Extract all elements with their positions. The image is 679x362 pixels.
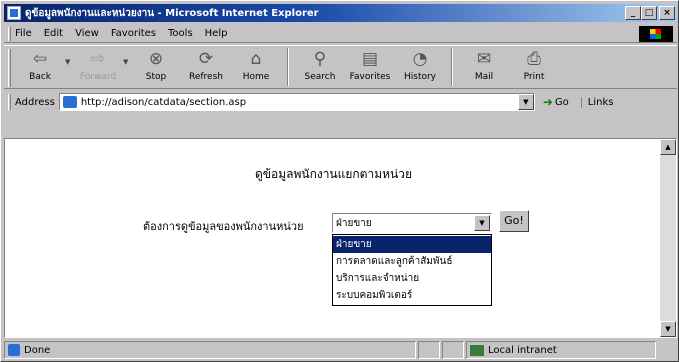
search-icon: ⚲ — [313, 49, 327, 69]
toolbar-separator — [451, 48, 453, 86]
dropdown-option[interactable]: บริการและจำหน่าย — [333, 270, 491, 287]
menu-bar: File Edit View Favorites Tools Help — [4, 25, 677, 43]
stop-label: Stop — [145, 72, 167, 82]
favorites-button[interactable]: ▤ Favorites — [345, 46, 395, 86]
zone-text: Local intranet — [488, 344, 557, 356]
go-submit-button[interactable]: Go! — [499, 210, 529, 232]
address-value[interactable]: http://adison/catdata/section.asp — [81, 97, 246, 108]
status-text-pane: Done — [4, 341, 416, 359]
menu-view[interactable]: View — [75, 28, 99, 39]
status-pane — [418, 341, 440, 359]
menu-grip — [8, 26, 11, 41]
history-button[interactable]: ◔ History — [395, 46, 445, 86]
mail-icon: ✉ — [476, 49, 492, 69]
address-dropdown-icon[interactable]: ▼ — [517, 94, 534, 110]
section-select-value: ฝ่ายขาย — [336, 217, 372, 229]
menu-help[interactable]: Help — [205, 28, 228, 39]
forward-label: Forward — [79, 72, 117, 82]
back-button[interactable]: ⇦ Back — [15, 46, 65, 86]
dropdown-option[interactable]: ระบบคอมพิวเตอร์ — [333, 287, 491, 304]
history-label: History — [403, 72, 437, 82]
page-heading: ดูข้อมูลพนักงานแยกตามหน่วย — [254, 167, 412, 181]
forward-button[interactable]: ⇨ Forward — [73, 46, 123, 86]
links-button[interactable]: Links — [580, 96, 613, 108]
toolbar-grip — [8, 49, 11, 87]
forward-dropdown-icon[interactable]: ▼ — [123, 58, 131, 66]
mail-label: Mail — [474, 72, 494, 82]
print-button[interactable]: ⎙ Print — [509, 46, 559, 86]
minimize-button[interactable]: _ — [625, 6, 641, 20]
scroll-up-icon[interactable]: ▲ — [660, 139, 676, 155]
forward-arrow-icon: ⇨ — [90, 49, 106, 69]
windows-logo-icon — [639, 26, 673, 42]
go-arrow-icon: ➜ — [542, 95, 553, 109]
address-grip — [8, 94, 11, 110]
intranet-zone-icon — [470, 344, 484, 356]
print-label: Print — [523, 72, 545, 82]
title-bar[interactable]: ดูข้อมูลพนักงานและหน่วยงาน - Microsoft I… — [4, 4, 677, 22]
menu-file[interactable]: File — [15, 28, 32, 39]
refresh-button[interactable]: ⟳ Refresh — [181, 46, 231, 86]
close-button[interactable]: × — [659, 6, 675, 20]
search-button[interactable]: ⚲ Search — [295, 46, 345, 86]
standard-toolbar: ⇦ Back ▼ ⇨ Forward ▼ ⊗ Stop ⟳ Refresh ⌂ … — [4, 45, 677, 89]
favorites-folder-icon: ▤ — [361, 49, 379, 69]
chevron-down-icon[interactable]: ▼ — [474, 215, 490, 231]
refresh-label: Refresh — [189, 72, 223, 82]
address-bar: Address http://adison/catdata/section.as… — [4, 91, 677, 113]
back-arrow-icon: ⇦ — [32, 49, 48, 69]
zone-pane: Local intranet — [466, 341, 656, 359]
page-done-icon — [8, 344, 20, 356]
address-go-button[interactable]: ➜ Go — [543, 95, 569, 109]
search-label: Search — [304, 72, 336, 82]
history-icon: ◔ — [412, 49, 428, 69]
printer-icon: ⎙ — [527, 49, 541, 69]
menu-favorites[interactable]: Favorites — [111, 28, 156, 39]
status-bar: Done Local intranet — [4, 340, 677, 360]
home-label: Home — [242, 72, 270, 82]
mail-button[interactable]: ✉ Mail — [459, 46, 509, 86]
page-icon — [62, 96, 77, 108]
stop-icon: ⊗ — [148, 49, 164, 69]
section-dropdown-list: ฝ่ายขาย การตลาดและลูกค้าสัมพันธ์ บริการแ… — [332, 234, 492, 306]
menu-tools[interactable]: Tools — [168, 28, 193, 39]
dropdown-option[interactable]: ฝ่ายขาย — [333, 236, 491, 253]
go-label: Go — [554, 96, 569, 108]
dropdown-option[interactable]: การตลาดและลูกค้าสัมพันธ์ — [333, 253, 491, 270]
section-select[interactable]: ฝ่ายขาย ▼ — [332, 213, 492, 233]
section-select-label: ต้องการดูข้อมูลของพนักงานหน่วย — [143, 220, 304, 233]
address-label: Address — [15, 96, 55, 108]
address-input[interactable]: http://adison/catdata/section.asp ▼ — [58, 93, 535, 111]
home-icon: ⌂ — [250, 49, 262, 69]
vertical-scrollbar[interactable]: ▲ ▼ — [660, 139, 676, 337]
ie-page-icon — [7, 6, 21, 20]
back-dropdown-icon[interactable]: ▼ — [65, 58, 73, 66]
toolbar-separator — [287, 48, 289, 86]
page-content: ดูข้อมูลพนักงานแยกตามหน่วย ต้องการดูข้อม… — [4, 138, 677, 338]
window-title: ดูข้อมูลพนักงานและหน่วยงาน - Microsoft I… — [25, 7, 319, 19]
scroll-down-icon[interactable]: ▼ — [660, 321, 676, 337]
menu-edit[interactable]: Edit — [44, 28, 63, 39]
back-label: Back — [29, 72, 51, 82]
home-button[interactable]: ⌂ Home — [231, 46, 281, 86]
browser-window: ดูข้อมูลพนักงานและหน่วยงาน - Microsoft I… — [0, 0, 679, 362]
refresh-icon: ⟳ — [198, 49, 214, 69]
favorites-label: Favorites — [349, 72, 391, 82]
stop-button[interactable]: ⊗ Stop — [131, 46, 181, 86]
status-text: Done — [24, 344, 51, 356]
maximize-button[interactable]: □ — [641, 6, 657, 20]
status-pane — [442, 341, 464, 359]
